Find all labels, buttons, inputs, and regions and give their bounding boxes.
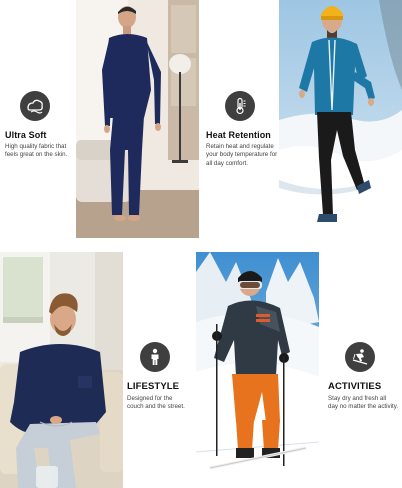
person-icon xyxy=(140,342,170,372)
feature-title: LIFESTYLE xyxy=(127,381,180,392)
feature-title: Ultra Soft xyxy=(5,130,47,140)
feature-title: Heat Retention xyxy=(206,130,271,140)
feature-title: ACTIVITIES xyxy=(328,381,382,392)
feature-heat-retention: Heat Retention Retain heat and regulate … xyxy=(206,91,280,168)
photo-skier xyxy=(196,252,319,488)
skier-icon xyxy=(345,342,375,372)
thermometer-icon xyxy=(225,91,255,121)
photo-model-standing xyxy=(76,0,199,238)
feature-ultra-soft: Ultra Soft High quality fabric that feel… xyxy=(5,91,77,160)
feature-description: High quality fabric that feels great on … xyxy=(5,143,68,159)
photo-man-couch xyxy=(0,252,123,488)
ultra-soft-icon xyxy=(20,91,50,121)
feature-description: Stay dry and fresh all day no matter the… xyxy=(328,395,399,411)
feature-description: Retain heat and regulate your body tempe… xyxy=(206,143,278,167)
feature-lifestyle: LIFESTYLE Designed for the couch and the… xyxy=(127,342,197,412)
feature-activities: ACTIVITIES Stay dry and fresh all day no… xyxy=(328,342,402,412)
feature-description: Designed for the couch and the street. xyxy=(127,395,185,411)
photo-runner-snow xyxy=(279,0,402,238)
